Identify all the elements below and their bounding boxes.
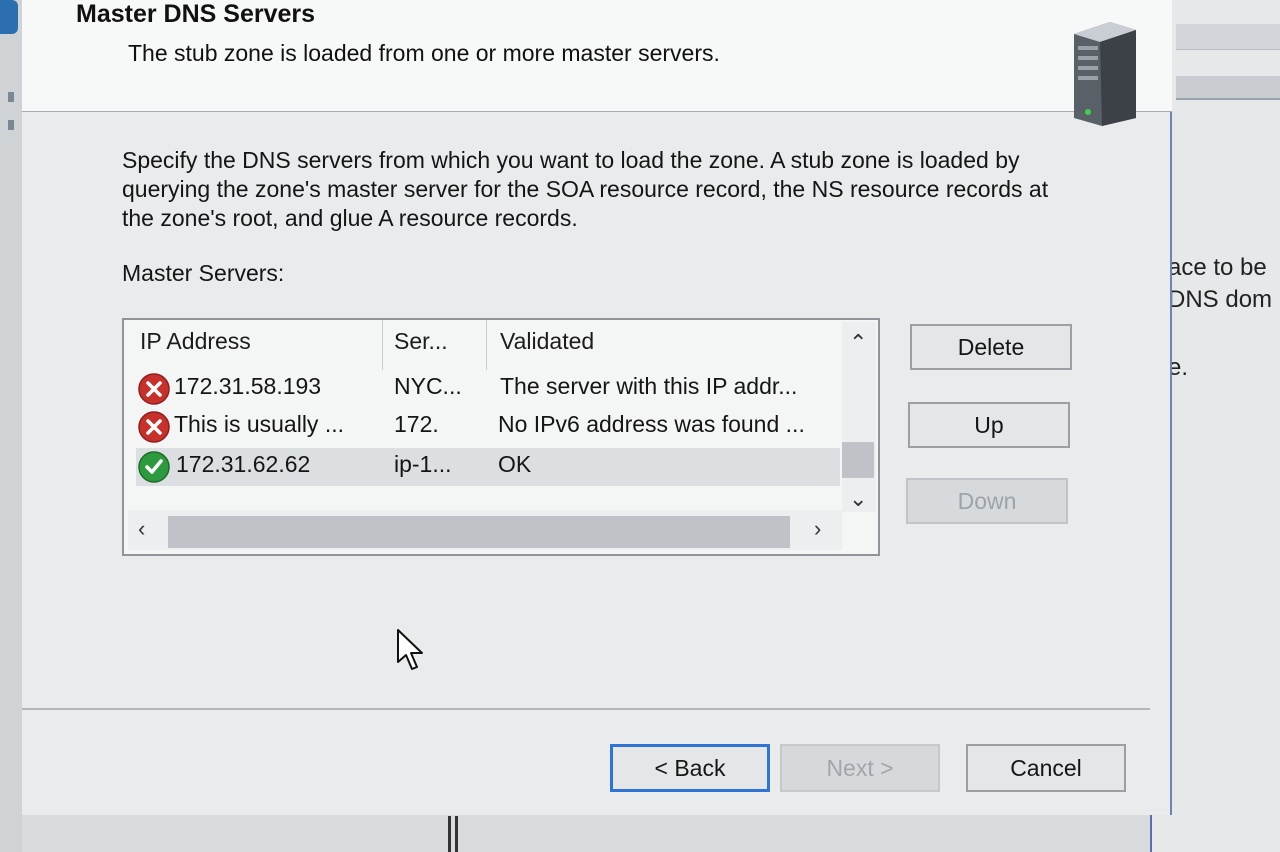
cell-validated: The server with this IP addr... xyxy=(500,373,798,399)
mouse-cursor-icon xyxy=(397,629,423,670)
horizontal-scrollbar[interactable]: ‹ › xyxy=(128,510,842,550)
background-window-left xyxy=(0,0,22,852)
background-toolbar xyxy=(1176,24,1280,50)
tree-mark xyxy=(8,120,14,130)
wizard-dialog: Master DNS Servers The stub zone is load… xyxy=(22,0,1172,815)
cancel-button[interactable]: Cancel xyxy=(966,744,1126,792)
tree-mark xyxy=(8,92,14,102)
cell-server: 172. xyxy=(394,411,439,437)
scroll-right-icon[interactable]: › xyxy=(814,518,821,540)
master-servers-list[interactable]: IP Address Ser... Validated 172.31.58.19… xyxy=(122,318,880,556)
cell-server: NYC... xyxy=(394,373,462,399)
description-text: Specify the DNS servers from which you w… xyxy=(122,147,1049,231)
list-item[interactable]: 172.31.62.62 ip-1... OK xyxy=(136,448,840,486)
page-title: Master DNS Servers xyxy=(76,0,316,28)
column-separator[interactable] xyxy=(382,320,383,370)
column-header-server[interactable]: Ser... xyxy=(394,328,448,355)
background-toolbar xyxy=(1176,76,1280,100)
ok-icon xyxy=(138,451,170,483)
cell-server: ip-1... xyxy=(394,451,452,477)
app-icon xyxy=(0,0,18,34)
error-icon xyxy=(138,411,170,443)
next-button[interactable]: Next > xyxy=(780,744,940,792)
footer-divider xyxy=(22,708,1150,710)
back-button[interactable]: < Back xyxy=(610,744,770,792)
scroll-down-icon[interactable]: ⌄ xyxy=(849,488,867,510)
cell-ip: This is usually ... xyxy=(174,411,344,437)
cell-validated: OK xyxy=(498,451,532,477)
scroll-left-icon[interactable]: ‹ xyxy=(138,518,145,540)
column-separator[interactable] xyxy=(486,320,487,370)
background-text: ace to be xyxy=(1168,254,1267,281)
error-icon xyxy=(138,373,170,405)
master-servers-label: Master Servers: xyxy=(122,260,285,286)
page-subtitle: The stub zone is loaded from one or more… xyxy=(128,40,720,66)
scroll-up-icon[interactable]: ⌃ xyxy=(849,332,867,354)
server-icon xyxy=(1074,22,1136,126)
up-button[interactable]: Up xyxy=(908,402,1070,448)
list-item[interactable]: This is usually ... 172. No IPv6 address… xyxy=(136,408,840,446)
cell-validated: No IPv6 address was found ... xyxy=(498,411,805,437)
delete-button[interactable]: Delete xyxy=(910,324,1072,370)
taskbar-divider-icon xyxy=(448,816,458,852)
down-button[interactable]: Down xyxy=(906,478,1068,524)
vertical-scrollbar[interactable]: ⌃ ⌄ xyxy=(842,322,876,512)
column-header-ip[interactable]: IP Address xyxy=(140,328,251,355)
background-text: DNS dom xyxy=(1168,286,1273,313)
cell-ip: 172.31.58.193 xyxy=(174,373,322,399)
cell-ip: 172.31.62.62 xyxy=(176,451,311,477)
list-item[interactable]: 172.31.58.193 NYC... The server with thi… xyxy=(136,370,840,408)
wizard-header: Master DNS Servers The stub zone is load… xyxy=(22,0,1172,126)
column-header-validated[interactable]: Validated xyxy=(500,328,594,355)
scrollbar-thumb[interactable] xyxy=(842,442,874,478)
scrollbar-thumb[interactable] xyxy=(168,516,790,548)
